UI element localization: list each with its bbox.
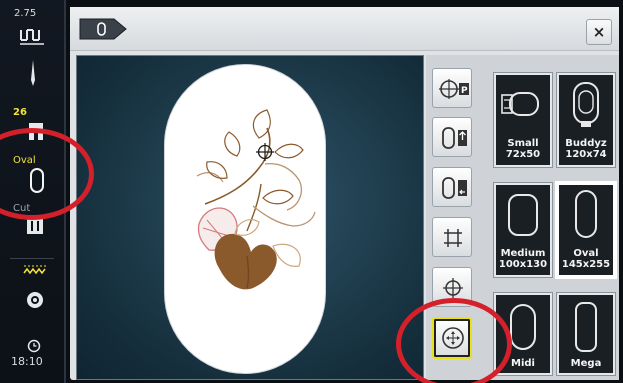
hoop-arrow-left-icon	[442, 177, 467, 199]
status-sidebar: 2.75 26 Oval Cut 18:10	[0, 0, 66, 383]
center-hoop-button[interactable]: P	[432, 68, 472, 108]
svg-text:P: P	[461, 86, 468, 96]
stitch-width-value: 2.75	[14, 8, 37, 19]
hoop-arrow-up-icon	[442, 127, 467, 149]
oval-hoop-icon	[575, 190, 597, 238]
grid-button[interactable]	[432, 217, 472, 257]
midi-hoop-icon	[510, 304, 536, 350]
hoop-card-oval[interactable]: Oval 145x255	[557, 183, 615, 277]
hoop-card-buddyz[interactable]: Buddyz 120x74	[557, 73, 615, 167]
hoop-selection-tab[interactable]	[78, 17, 128, 41]
presser-foot-icon[interactable]	[27, 121, 45, 141]
cut-thread-icon[interactable]	[25, 216, 45, 236]
title-bar: ×	[70, 7, 619, 51]
crosshair-p-icon: P	[439, 79, 469, 99]
small-hoop-icon	[501, 92, 539, 116]
hoop-size: 72x50	[505, 149, 541, 160]
medium-hoop-icon	[508, 194, 538, 236]
hoop-center-active-button[interactable]	[432, 317, 472, 359]
hoop-size: 100x130	[498, 259, 548, 270]
hoop-card-small[interactable]: Small 72x50	[494, 73, 552, 167]
hoop-card-mega[interactable]: Mega	[557, 293, 615, 375]
hoop-size: 120x74	[565, 149, 607, 160]
center-mark-button[interactable]	[432, 267, 472, 307]
tension-value: 26	[13, 107, 27, 118]
crosshair-icon	[443, 278, 463, 298]
hoop-size: 145x255	[561, 259, 611, 270]
buddyz-hoop-icon	[573, 82, 599, 127]
stitch-width-icon[interactable]	[18, 24, 46, 46]
time-display: 18:10	[11, 355, 43, 368]
embroidery-design[interactable]	[77, 56, 425, 381]
design-canvas[interactable]	[76, 55, 424, 380]
hoop-name: Midi	[511, 358, 535, 369]
cut-label: Cut	[13, 203, 31, 214]
sidebar-divider	[10, 258, 54, 259]
hoop-name: Oval	[573, 248, 599, 259]
hoop-center-icon	[442, 327, 464, 349]
hoop-card-midi[interactable]: Midi	[494, 293, 552, 375]
hoop-panel: P Small 72x50 Buddyz 120x74 Medium 100x1…	[426, 55, 619, 380]
grid-icon	[444, 229, 462, 247]
hoop-name: Mega	[570, 358, 602, 369]
move-hoop-back-button[interactable]	[432, 117, 472, 157]
hoop-card-medium[interactable]: Medium 100x130	[494, 183, 552, 277]
embroidery-editor-window: × P Small 72x50 Buddyz 120x74 Medium 100…	[70, 7, 619, 380]
close-button[interactable]: ×	[586, 19, 612, 45]
hoop-name: Buddyz	[565, 138, 607, 149]
bobbin-icon[interactable]	[25, 290, 45, 310]
clock-icon	[27, 339, 41, 353]
mega-hoop-icon	[575, 302, 597, 352]
oval-hoop-icon[interactable]	[28, 167, 46, 195]
move-hoop-left-button[interactable]	[432, 167, 472, 207]
hoop-type-label: Oval	[13, 155, 36, 166]
hoop-name: Medium	[500, 248, 546, 259]
zigzag-stitch-icon[interactable]	[22, 262, 48, 276]
needle-icon[interactable]	[28, 58, 38, 88]
hoop-name: Small	[507, 138, 539, 149]
